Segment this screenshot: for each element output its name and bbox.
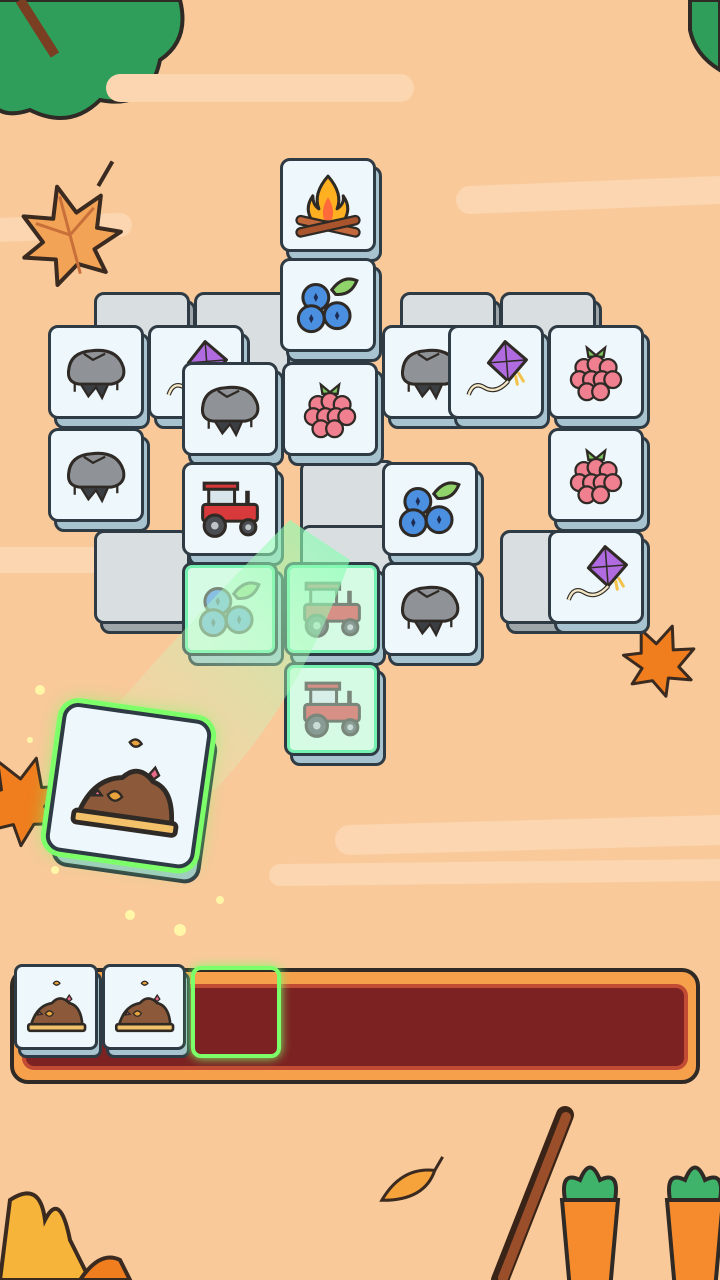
foliage-bottom-left — [0, 1191, 133, 1280]
small-leaf-icon — [379, 1156, 444, 1202]
rock-icon — [400, 585, 460, 638]
board-tile[interactable] — [382, 562, 484, 666]
kite-icon — [466, 340, 528, 396]
raspberry-icon — [569, 447, 623, 505]
board-tile[interactable] — [448, 325, 550, 429]
campfire-icon — [295, 174, 361, 238]
leaf-pile-icon — [70, 738, 179, 838]
board-tile[interactable] — [48, 325, 150, 429]
carrot-icon — [664, 1165, 720, 1280]
rock-icon — [66, 348, 126, 401]
tractor-icon — [201, 481, 259, 538]
blueberries-icon — [198, 581, 261, 638]
board-tile[interactable] — [182, 362, 284, 466]
blueberries-icon — [296, 277, 359, 334]
board-tile[interactable] — [280, 158, 382, 262]
tractor-icon — [303, 681, 361, 738]
blueberries-icon — [398, 481, 461, 538]
board-tile[interactable] — [182, 462, 284, 566]
board-tile[interactable] — [280, 258, 382, 362]
rock-icon — [200, 385, 260, 438]
selected-tile[interactable] — [41, 700, 233, 893]
kite-icon — [566, 545, 628, 601]
tractor-icon — [303, 581, 361, 638]
raspberry-icon — [303, 381, 357, 439]
board-tile[interactable] — [284, 562, 386, 666]
board-tile[interactable] — [282, 362, 384, 466]
board-tile[interactable] — [548, 530, 650, 634]
rock-icon — [66, 451, 126, 504]
leaf-pile-icon — [26, 980, 87, 1033]
board-tile[interactable] — [182, 562, 284, 666]
raspberry-icon — [569, 344, 623, 402]
tree-branch-top-right — [688, 0, 720, 73]
board-tile[interactable] — [548, 428, 650, 532]
leaf-pile-icon — [114, 980, 175, 1033]
board-tile[interactable] — [382, 462, 484, 566]
tray-next-slot-highlight — [191, 966, 281, 1058]
board-tile[interactable] — [48, 428, 150, 532]
tray-tile — [14, 964, 104, 1060]
carrot-icon — [559, 1165, 621, 1280]
tray-tile — [102, 964, 192, 1060]
board-tile[interactable] — [284, 662, 386, 766]
board-tile[interactable] — [548, 325, 650, 429]
